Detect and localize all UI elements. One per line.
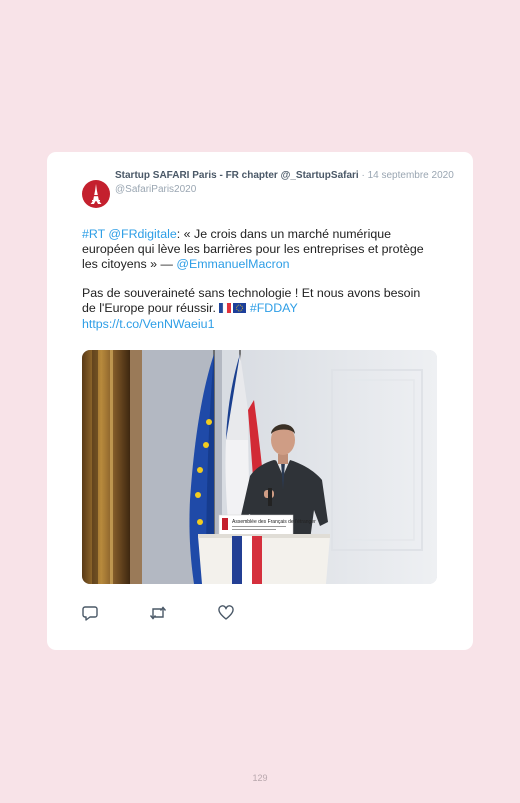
tweet-date[interactable]: · 14 septembre 2020 [359,170,453,181]
mention-emmanuelmacron[interactable]: @EmmanuelMacron [176,257,289,271]
heart-icon[interactable] [218,605,234,626]
author-handle[interactable]: @SafariParis2020 [115,183,455,197]
france-flag-icon [219,302,247,314]
reply-icon[interactable] [82,605,98,626]
tweet-card: Startup SAFARI Paris - FR chapter @_Star… [47,152,473,650]
tweet-header: Startup SAFARI Paris - FR chapter @_Star… [115,169,455,197]
tweet-url[interactable]: https://t.co/VenNWaeiu1 [82,317,214,331]
retweet-icon[interactable] [149,605,167,626]
tweet-paragraph-2: Pas de souveraineté sans technologie ! E… [82,286,432,332]
tweet-photo[interactable]: Assemblée des Français de l'étranger [82,350,437,584]
author-name[interactable]: Startup SAFARI Paris - FR chapter @_Star… [115,170,359,181]
podium-sign-text: Assemblée des Français de l'étranger [232,519,316,525]
eiffel-tower-icon [90,184,102,204]
page-number: 129 [252,773,268,783]
hashtag-rt[interactable]: #RT [82,227,105,241]
avatar[interactable] [82,180,110,208]
tweet-body: #RT @FRdigitale: « Je crois dans un marc… [82,227,432,332]
mention-frdigitale[interactable]: @FRdigitale [108,227,176,241]
tweet-paragraph-1: #RT @FRdigitale: « Je crois dans un marc… [82,227,432,272]
flags-emoji [219,302,247,317]
macron-speech-photo: Assemblée des Français de l'étranger [82,350,437,584]
tweet-actions [82,605,282,623]
hashtag-fdday[interactable]: #FDDAY [250,301,298,315]
